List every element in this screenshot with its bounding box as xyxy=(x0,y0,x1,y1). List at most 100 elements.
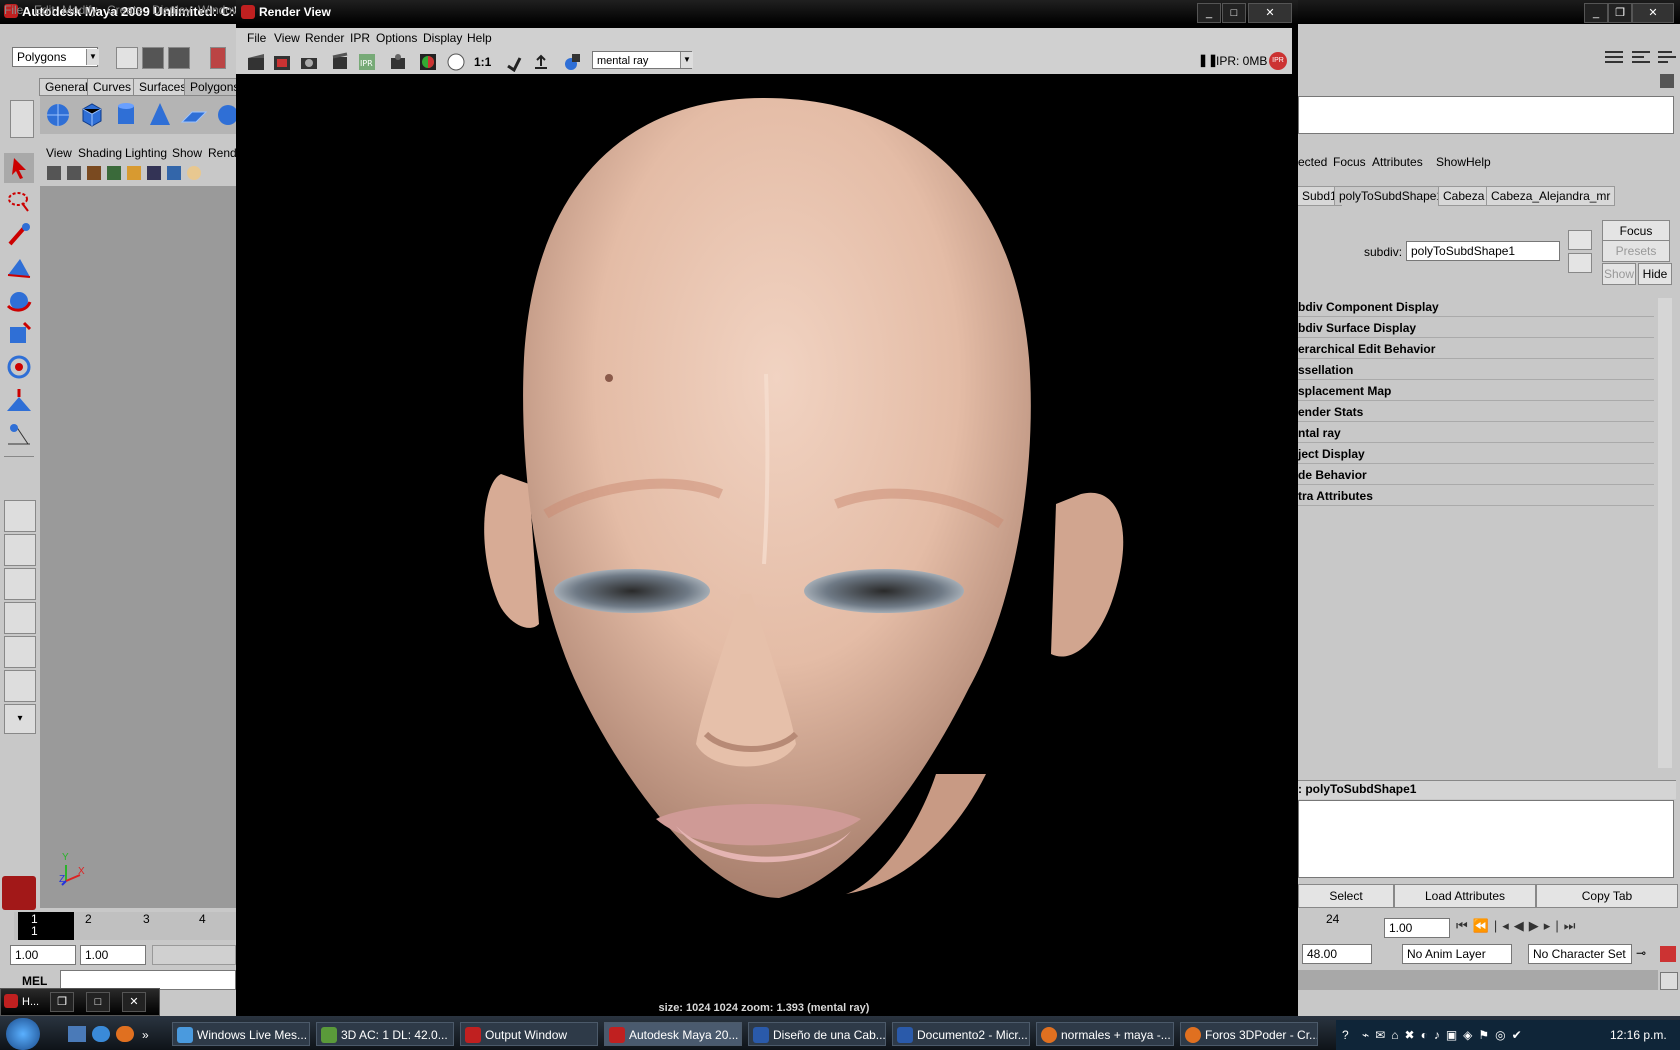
poly-plane-icon[interactable] xyxy=(180,100,208,130)
render-icon[interactable] xyxy=(246,52,266,72)
minimize-icon[interactable]: _ xyxy=(1584,3,1608,23)
hide-button[interactable]: Hide xyxy=(1638,263,1672,285)
panel-menu-show[interactable]: Show xyxy=(172,146,202,160)
play-backward-icon[interactable]: ◀ xyxy=(1514,918,1529,933)
film-gate-icon[interactable] xyxy=(147,166,161,180)
new-scene-icon[interactable] xyxy=(116,47,138,69)
ae-section-component-display[interactable]: bdiv Component Display xyxy=(1298,298,1654,317)
menu-display[interactable]: Display xyxy=(152,3,191,17)
ae-section-extra-attributes[interactable]: tra Attributes xyxy=(1298,487,1654,506)
internet-explorer-icon[interactable] xyxy=(92,1026,110,1042)
rv-menu-file[interactable]: File xyxy=(247,31,266,45)
ae-tab-cabeza[interactable]: Cabeza xyxy=(1438,186,1490,206)
output-connections-icon[interactable] xyxy=(1568,253,1592,273)
universal-manip-icon[interactable] xyxy=(4,352,34,382)
anim-prefs-icon[interactable] xyxy=(1660,946,1676,962)
rv-close-icon[interactable]: ✕ xyxy=(1248,3,1292,23)
focus-button[interactable]: Focus xyxy=(1602,220,1670,242)
ae-menu-selected[interactable]: ected xyxy=(1298,155,1327,169)
ae-section-object-display[interactable]: ject Display xyxy=(1298,445,1654,464)
grid-icon[interactable] xyxy=(127,166,141,180)
select-button[interactable]: Select xyxy=(1298,884,1394,908)
notes-field[interactable] xyxy=(1298,800,1674,878)
ae-section-tessellation[interactable]: ssellation xyxy=(1298,361,1654,380)
task-3d-ac[interactable]: 3D AC: 1 DL: 42.0... xyxy=(316,1022,454,1046)
scale-tool-icon[interactable] xyxy=(4,319,34,349)
range-start-field[interactable]: 1.00 xyxy=(10,945,76,965)
real-size-button[interactable]: 1:1 xyxy=(474,55,491,69)
script-editor-icon[interactable] xyxy=(1660,972,1678,990)
layout-hypershade-icon[interactable] xyxy=(4,636,36,668)
ae-menu-show[interactable]: Show xyxy=(1436,155,1466,169)
resolution-gate-icon[interactable] xyxy=(167,166,181,180)
panel-menu-lighting[interactable]: Lighting xyxy=(125,146,167,160)
menu-window[interactable]: Window xyxy=(198,3,241,17)
poly-sphere-icon[interactable] xyxy=(44,100,72,130)
alpha-channel-icon[interactable] xyxy=(446,52,466,72)
current-frame-marker[interactable] xyxy=(18,912,74,940)
rv-minimize-icon[interactable]: _ xyxy=(1197,3,1221,23)
task-documento2[interactable]: Documento2 - Micr... xyxy=(892,1022,1030,1046)
display-render-icon[interactable] xyxy=(562,52,582,72)
ae-section-surface-display[interactable]: bdiv Surface Display xyxy=(1298,319,1654,338)
paint-select-icon[interactable] xyxy=(4,220,34,250)
shelf-menu-icon[interactable] xyxy=(10,100,34,138)
go-to-end-icon[interactable]: ⏭ xyxy=(1564,918,1581,933)
soft-mod-icon[interactable] xyxy=(4,385,34,415)
menu-modify[interactable]: Modify xyxy=(62,3,97,17)
layout-custom-icon[interactable] xyxy=(4,670,36,702)
step-forward-key-icon[interactable]: ▸| xyxy=(1544,918,1564,933)
lasso-tool-icon[interactable] xyxy=(4,187,34,217)
mini-maximize-icon[interactable]: □ xyxy=(86,992,110,1012)
anim-layer-select[interactable]: No Anim Layer xyxy=(1402,944,1512,964)
bookmark-icon[interactable] xyxy=(87,166,101,180)
ae-section-displacement-map[interactable]: splacement Map xyxy=(1298,382,1654,401)
ae-menu-attributes[interactable]: Attributes xyxy=(1372,155,1423,169)
save-scene-icon[interactable] xyxy=(168,47,190,69)
keep-image-icon[interactable] xyxy=(504,52,524,72)
task-windows-live[interactable]: Windows Live Mes... xyxy=(172,1022,310,1046)
poly-torus-icon[interactable] xyxy=(214,100,236,130)
firefox-quicklaunch-icon[interactable] xyxy=(116,1026,134,1042)
show-button[interactable]: Show xyxy=(1602,263,1636,285)
mini-close-icon[interactable]: ✕ xyxy=(122,992,146,1012)
shaded-icon[interactable] xyxy=(187,166,201,180)
playback-start-field[interactable]: 1.00 xyxy=(80,945,146,965)
close-icon[interactable]: ✕ xyxy=(1632,3,1674,23)
ae-section-mental-ray[interactable]: ntal ray xyxy=(1298,424,1654,443)
rv-menu-view[interactable]: View xyxy=(274,31,300,45)
menu-edit[interactable]: Edit xyxy=(34,3,55,17)
step-back-key-icon[interactable]: |◂ xyxy=(1494,918,1514,933)
rgb-channel-icon[interactable] xyxy=(418,52,438,72)
restore-icon[interactable]: ❐ xyxy=(1608,3,1632,23)
rv-menu-display[interactable]: Display xyxy=(423,31,462,45)
mini-restore-icon[interactable]: ❐ xyxy=(50,992,74,1012)
end-time-field[interactable]: 48.00 xyxy=(1302,944,1372,964)
camera-attr-icon[interactable] xyxy=(67,166,81,180)
renderer-select[interactable]: mental ray xyxy=(592,51,692,69)
layout-graph-icon[interactable] xyxy=(4,602,36,634)
start-button[interactable] xyxy=(6,1018,40,1050)
select-tool-icon[interactable] xyxy=(4,153,34,183)
task-autodesk-maya[interactable]: Autodesk Maya 20... xyxy=(604,1022,742,1046)
remove-image-icon[interactable] xyxy=(531,52,551,72)
show-attr-editor-icon[interactable] xyxy=(1630,48,1652,68)
tray-help-icon[interactable]: ? xyxy=(1342,1028,1349,1042)
mel-command-line[interactable] xyxy=(60,970,236,990)
ae-tab-polytosubdshape1[interactable]: polyToSubdShape1 xyxy=(1334,186,1449,205)
shelf-tab-general[interactable]: General xyxy=(39,78,94,96)
show-manip-icon[interactable] xyxy=(4,418,34,448)
show-tool-settings-icon[interactable] xyxy=(1656,48,1678,68)
range-slider[interactable] xyxy=(152,945,236,965)
move-tool-icon[interactable] xyxy=(4,253,34,283)
quicklaunch-more-icon[interactable]: » xyxy=(142,1028,149,1042)
tray-icons[interactable]: ⌁✉⌂✖◐♪▣◈⚑◎✔ xyxy=(1362,1028,1528,1042)
rotate-tool-icon[interactable] xyxy=(4,286,34,316)
poly-cone-icon[interactable] xyxy=(146,100,174,130)
rv-menu-ipr[interactable]: IPR xyxy=(350,31,370,45)
perspective-viewport[interactable] xyxy=(40,186,236,908)
layout-four-icon[interactable] xyxy=(4,534,36,566)
panel-menu-shading[interactable]: Shading xyxy=(78,146,122,160)
rv-menu-options[interactable]: Options xyxy=(376,31,417,45)
rv-maximize-icon[interactable]: □ xyxy=(1222,3,1246,23)
